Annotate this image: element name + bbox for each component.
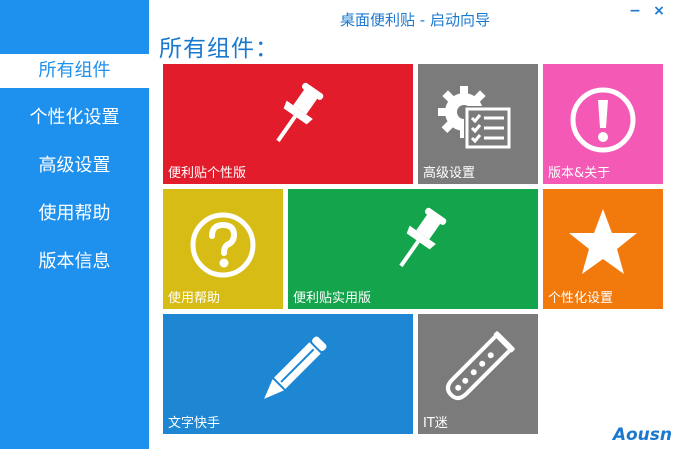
close-button[interactable]: × [650, 3, 668, 19]
sidebar-item-help[interactable]: 使用帮助 [0, 197, 149, 231]
pencil-icon [264, 336, 327, 399]
gear-checklist-icon [438, 86, 512, 150]
tile-label: 便利贴个性版 [168, 166, 247, 181]
pushpin-icon [276, 82, 324, 143]
tile-label: IT迷 [423, 416, 448, 431]
window-title: 桌面便利贴 - 启动向导 [340, 11, 490, 29]
tile-advanced-settings[interactable]: 高级设置 [418, 64, 538, 184]
test-tube-icon [445, 331, 515, 401]
sidebar-item-advanced-settings[interactable]: 高级设置 [0, 149, 149, 183]
tile-personalization[interactable]: 个性化设置 [543, 189, 663, 309]
tile-version-about[interactable]: 版本&关于 [543, 64, 663, 184]
star-icon [569, 209, 637, 274]
tile-text-quick[interactable]: 文字快手 [163, 314, 413, 434]
tile-label: 高级设置 [423, 166, 476, 181]
sidebar-item-version-info[interactable]: 版本信息 [0, 245, 149, 279]
question-icon [190, 212, 256, 278]
tile-label: 版本&关于 [548, 166, 611, 181]
tile-label: 便利贴实用版 [293, 291, 372, 306]
exclamation-icon [570, 87, 636, 153]
pushpin-icon [399, 207, 447, 268]
tile-label: 使用帮助 [168, 291, 221, 306]
tile-sticky-practical[interactable]: 便利贴实用版 [288, 189, 538, 309]
tile-label: 个性化设置 [548, 291, 614, 306]
sidebar-item-personalization[interactable]: 个性化设置 [0, 101, 149, 135]
page-title: 所有组件： [159, 36, 279, 62]
sidebar-item-all-components[interactable]: 所有组件 [0, 54, 149, 88]
aousn-logo: Aousn [612, 425, 672, 445]
minimize-button[interactable]: − [626, 3, 644, 19]
sidebar: 所有组件 个性化设置 高级设置 使用帮助 版本信息 [0, 0, 149, 449]
tile-sticky-personal[interactable]: 便利贴个性版 [163, 64, 413, 184]
tile-it-fan[interactable]: IT迷 [418, 314, 538, 434]
tile-help[interactable]: 使用帮助 [163, 189, 283, 309]
tile-label: 文字快手 [168, 416, 221, 431]
